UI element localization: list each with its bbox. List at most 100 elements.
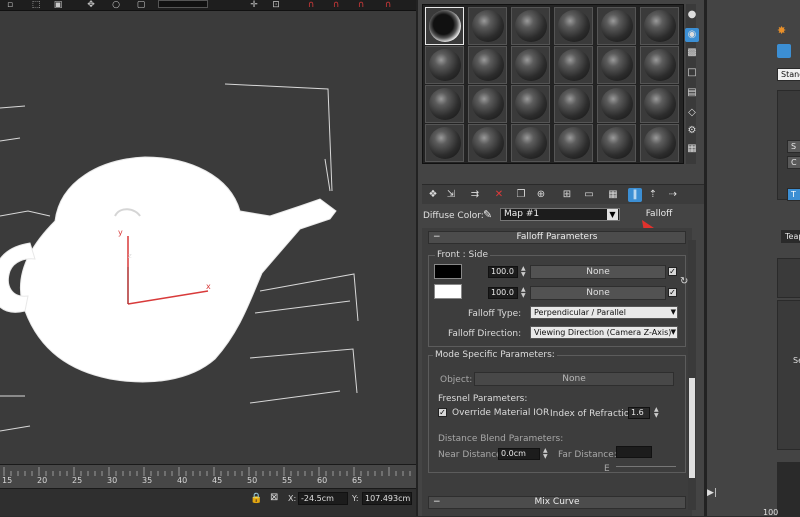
make-copy-icon[interactable]: ❐: [514, 188, 528, 202]
material-id-icon[interactable]: ▭: [582, 188, 596, 202]
near-distance-spinner[interactable]: 0.0cm: [498, 448, 540, 460]
select-by-material-icon[interactable]: ▦: [685, 142, 699, 156]
material-slot[interactable]: [511, 46, 550, 84]
put-to-scene-icon[interactable]: ⇲: [444, 188, 458, 202]
scrollbar-thumb[interactable]: [689, 378, 695, 478]
object-name-field[interactable]: Teap: [781, 230, 800, 243]
uv-tiling-icon[interactable]: □: [685, 66, 699, 80]
tick-label: 20: [37, 476, 48, 485]
snap-icon[interactable]: ∩: [305, 0, 317, 10]
timeline-track[interactable]: 15 20 25 30 35 40 45 50 55 60 65: [0, 464, 416, 488]
pivot-icon[interactable]: ✛: [248, 0, 260, 10]
ior-spinner[interactable]: 1.6: [628, 407, 650, 419]
falloff-type-dropdown[interactable]: Perpendicular / Parallel ▼: [530, 306, 678, 319]
material-slot[interactable]: [511, 85, 550, 123]
mix-curve-rollout[interactable]: − Mix Curve: [428, 496, 686, 509]
y-coord-field[interactable]: 107.493cm: [362, 492, 412, 505]
material-slot[interactable]: [597, 7, 636, 45]
show-map-icon[interactable]: ▦: [606, 188, 620, 202]
angle-snap-icon[interactable]: ∩: [330, 0, 342, 10]
sample-type-icon[interactable]: ●: [685, 8, 699, 22]
front-map-checkbox[interactable]: ✓: [668, 267, 677, 276]
material-slot[interactable]: [425, 46, 464, 84]
eyedropper-icon[interactable]: ✎: [483, 208, 492, 221]
object-type-dropdown[interactable]: Stand: [777, 68, 800, 81]
magnet-icon[interactable]: ∩: [382, 0, 394, 10]
material-slot[interactable]: [554, 46, 593, 84]
material-slot[interactable]: [425, 85, 464, 123]
material-slot[interactable]: [640, 7, 679, 45]
material-slot[interactable]: [597, 85, 636, 123]
get-material-icon[interactable]: ❖: [426, 188, 440, 202]
play-icon[interactable]: ▶|: [707, 488, 717, 498]
tick-label: 50: [247, 476, 258, 485]
front-amount-spinner[interactable]: 100.0: [488, 266, 518, 278]
side-amount-spinner[interactable]: 100.0: [488, 287, 518, 299]
go-to-parent-icon[interactable]: ⇡: [646, 188, 660, 202]
material-slot[interactable]: [511, 124, 550, 162]
perspective-viewport[interactable]: y x z: [0, 0, 416, 464]
reset-map-icon[interactable]: ✕: [492, 188, 506, 202]
absolute-mode-icon[interactable]: ⊠: [270, 492, 278, 503]
side-map-button[interactable]: None: [530, 286, 666, 300]
side-color-swatch[interactable]: [434, 284, 462, 299]
reference-coordinate-dropdown[interactable]: [158, 0, 208, 8]
material-slot[interactable]: [425, 124, 464, 162]
spinner-arrows-icon[interactable]: ▲ ▼: [521, 266, 527, 278]
backlight-icon[interactable]: ◉: [685, 28, 699, 42]
object-button-c[interactable]: C: [787, 156, 800, 169]
falloff-direction-dropdown[interactable]: Viewing Direction (Camera Z-Axis) ▼: [530, 326, 678, 339]
background-checker-icon[interactable]: ▩: [685, 46, 699, 60]
material-slot[interactable]: [554, 124, 593, 162]
tick-label: 65: [352, 476, 363, 485]
material-slot[interactable]: [640, 85, 679, 123]
material-slot[interactable]: [511, 7, 550, 45]
material-slot[interactable]: [554, 85, 593, 123]
material-slot[interactable]: [468, 46, 507, 84]
material-slot[interactable]: [468, 124, 507, 162]
x-coord-field[interactable]: -24.5cm: [298, 492, 348, 505]
map-name-dropdown[interactable]: Map #1 ▼: [500, 208, 620, 221]
select-region-icon[interactable]: ⬚: [30, 0, 42, 10]
material-slot[interactable]: [425, 7, 464, 45]
scale-icon[interactable]: ▢: [135, 0, 147, 10]
go-forward-sibling-icon[interactable]: ⇢: [666, 188, 680, 202]
move-icon[interactable]: ✥: [85, 0, 97, 10]
assign-material-icon[interactable]: ⇉: [468, 188, 482, 202]
create-geometry-icon[interactable]: [777, 44, 791, 58]
tick-label: 30: [107, 476, 118, 485]
show-end-result-icon[interactable]: ‖: [628, 188, 642, 202]
override-ior-checkbox[interactable]: ✓: [438, 408, 447, 417]
material-slot[interactable]: [640, 46, 679, 84]
rotate-icon[interactable]: ○: [110, 0, 122, 10]
object-button-s[interactable]: S: [787, 140, 800, 153]
select-manipulate-icon[interactable]: ⊡: [270, 0, 282, 10]
video-color-check-icon[interactable]: ▤: [685, 86, 699, 100]
options-icon[interactable]: ⚙: [685, 124, 699, 138]
put-to-library-icon[interactable]: ⊞: [560, 188, 574, 202]
lock-icon[interactable]: 🔒: [250, 493, 262, 504]
material-slot[interactable]: [554, 7, 593, 45]
material-slot[interactable]: [640, 124, 679, 162]
make-unique-icon[interactable]: ⊕: [534, 188, 548, 202]
object-button-teapot[interactable]: T: [787, 188, 800, 201]
material-slot[interactable]: [597, 124, 636, 162]
spinner-arrows-icon[interactable]: ▲ ▼: [543, 448, 549, 460]
front-color-swatch[interactable]: [434, 264, 462, 279]
window-crossing-icon[interactable]: ▣: [52, 0, 64, 10]
toolbar-icon-1[interactable]: ▫: [4, 0, 16, 10]
sun-icon[interactable]: ✸: [777, 24, 786, 37]
object-pick-button[interactable]: None: [474, 372, 674, 386]
falloff-parameters-rollout[interactable]: − Falloff Parameters: [428, 231, 686, 244]
material-slot[interactable]: [468, 85, 507, 123]
spinner-arrows-icon[interactable]: ▲ ▼: [521, 287, 527, 299]
material-slot[interactable]: [468, 7, 507, 45]
chevron-down-icon: ▼: [670, 328, 676, 336]
side-map-checkbox[interactable]: ✓: [668, 288, 677, 297]
make-preview-icon[interactable]: ◇: [685, 106, 699, 120]
far-distance-spinner[interactable]: [616, 446, 652, 458]
material-slot[interactable]: [597, 46, 636, 84]
spinner-arrows-icon[interactable]: ▲ ▼: [654, 407, 660, 419]
percent-snap-icon[interactable]: ∩: [355, 0, 367, 10]
front-map-button[interactable]: None: [530, 265, 666, 279]
